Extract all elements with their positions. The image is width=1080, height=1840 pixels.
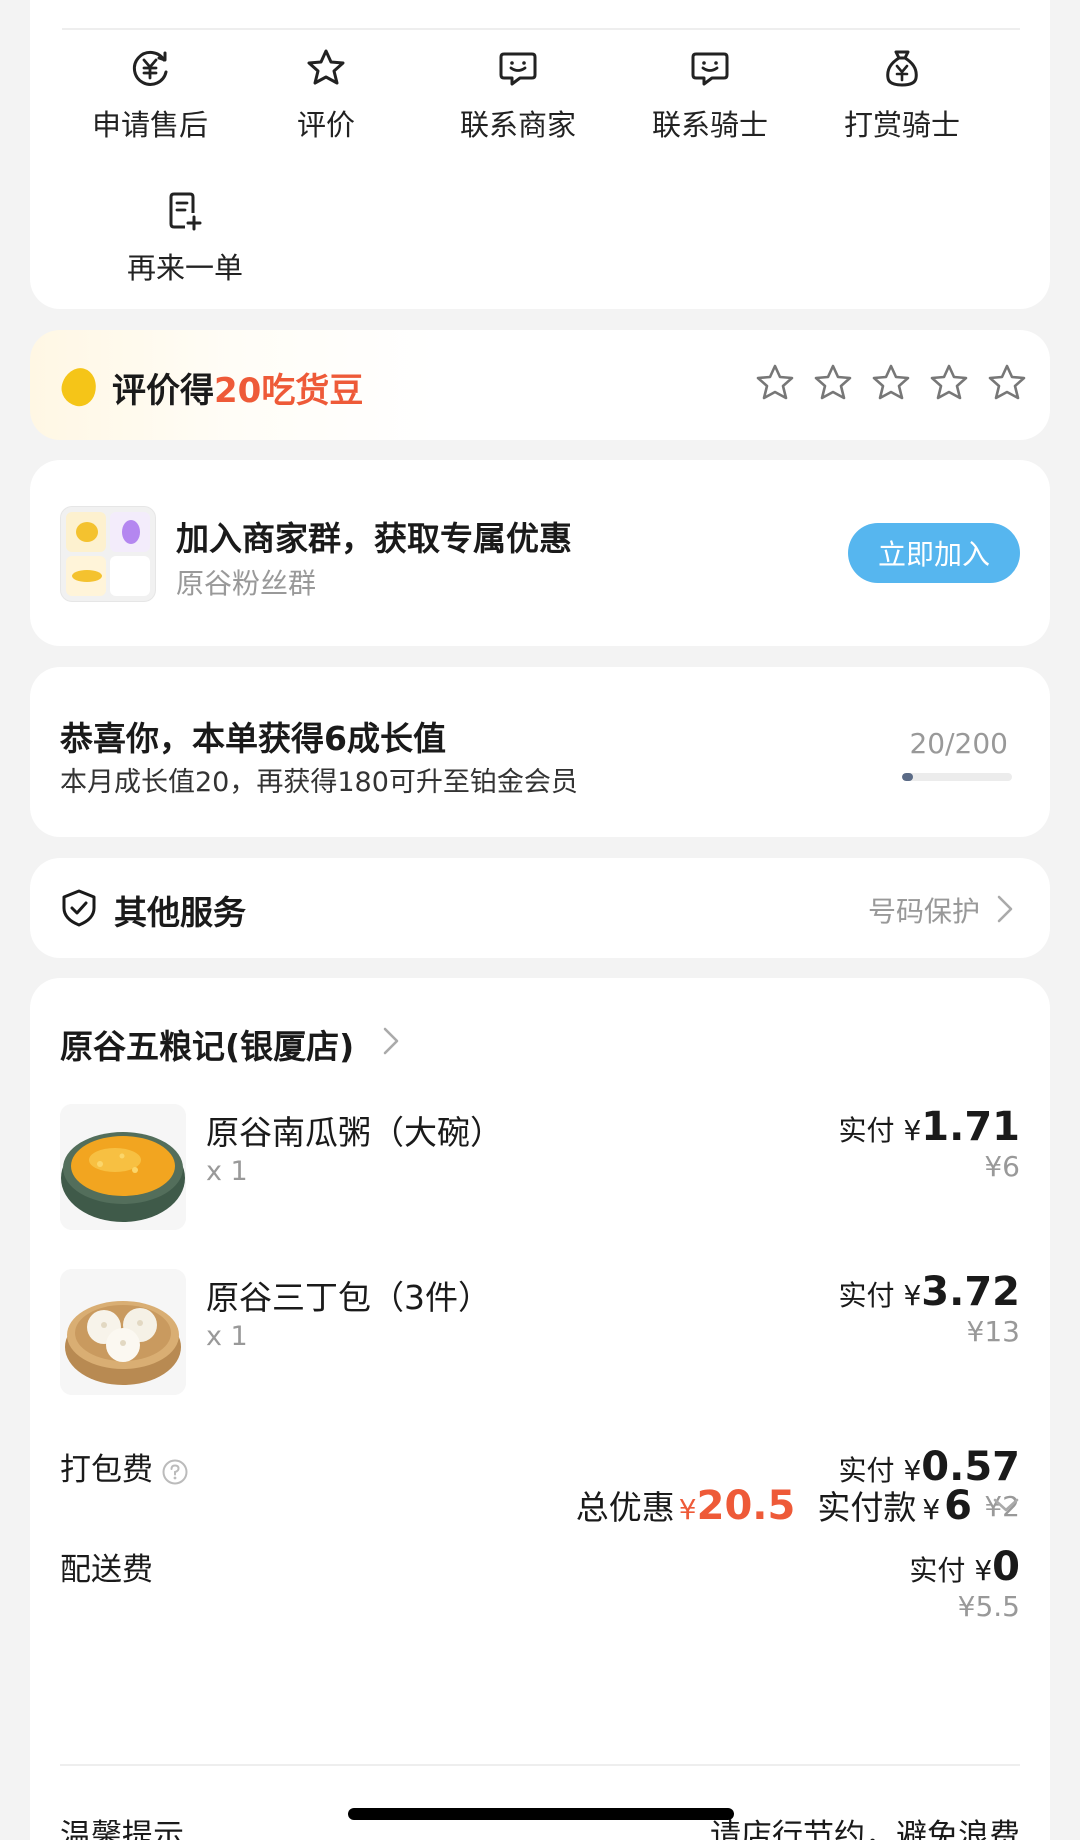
paid-label: 实付 <box>838 1114 895 1147</box>
growth-progress-fill <box>902 773 913 781</box>
review-reward-card[interactable]: 评价得20吃货豆 <box>30 330 1050 440</box>
group-avatar <box>60 506 156 602</box>
total-discount-amount: 20.5 <box>696 1483 796 1529</box>
apply-after-sales-button[interactable]: 申请售后 <box>60 46 240 144</box>
rating-star-3[interactable] <box>870 362 912 404</box>
tip-text: 请店行节约，避免浪费 <box>710 1818 1020 1840</box>
apply-after-sales-label: 申请售后 <box>91 108 208 142</box>
chevron-down-icon[interactable] <box>992 1496 1020 1514</box>
rating-stars <box>754 362 1028 404</box>
reorder-button[interactable]: 再来一单 <box>95 189 275 287</box>
store-name[interactable]: 原谷五粮记(银厦店) <box>60 1020 354 1068</box>
help-icon[interactable] <box>161 1458 189 1486</box>
item-price: 实付 ¥1.71 ¥6 <box>839 1104 1020 1183</box>
group-title: 加入商家群，获取专属优惠 <box>176 519 572 558</box>
other-services-title: 其他服务 <box>114 893 246 932</box>
reorder-label: 再来一单 <box>126 251 243 285</box>
divider <box>62 28 1020 30</box>
reorder-icon <box>169 192 202 231</box>
rating-star-5[interactable] <box>986 362 1028 404</box>
contact-merchant-label: 联系商家 <box>459 108 576 142</box>
growth-subtitle: 本月成长值20，再获得180可升至铂金会员 <box>60 767 578 798</box>
total-paid-label: 实付款 <box>817 1488 917 1527</box>
number-protection-label: 号码保护 <box>867 895 980 928</box>
review-reward-text: 评价得20吃货豆 <box>112 363 363 412</box>
rating-star-2[interactable] <box>812 362 854 404</box>
original-price: ¥6 <box>984 1150 1020 1183</box>
review-reward-prefix: 评价得 <box>112 371 214 411</box>
star-icon <box>307 49 345 85</box>
currency-symbol: ¥ <box>974 1554 993 1587</box>
list-item[interactable]: 原谷三丁包（3件） x 1 实付 ¥3.72 ¥13 <box>60 1269 1020 1395</box>
item-quantity: x 1 <box>206 1321 248 1352</box>
pumpkin-porridge-image <box>60 1104 186 1230</box>
contact-merchant-button[interactable]: 联系商家 <box>428 46 608 144</box>
chat-rider-icon <box>691 52 729 86</box>
growth-value-card[interactable]: 恭喜你，本单获得6成长值 本月成长值20，再获得180可升至铂金会员 20/20… <box>30 667 1050 837</box>
review-button[interactable]: 评价 <box>236 46 416 144</box>
merchant-group-card: 加入商家群，获取专属优惠 原谷粉丝群 立即加入 <box>30 460 1050 646</box>
money-bag-icon <box>886 50 918 87</box>
original-price: ¥5.5 <box>957 1590 1020 1623</box>
growth-title: 恭喜你，本单获得6成长值 <box>60 719 446 758</box>
contact-rider-button[interactable]: 联系骑士 <box>620 46 800 144</box>
paid-amount: 3.72 <box>921 1269 1020 1315</box>
original-price: ¥13 <box>966 1315 1020 1348</box>
growth-count: 20/200 <box>909 727 1008 760</box>
divider <box>60 1764 1020 1766</box>
item-name: 原谷三丁包（3件） <box>206 1278 491 1317</box>
paid-amount: 0 <box>992 1544 1020 1590</box>
order-actions-card: 申请售后 评价 联系商家 联系骑士 打赏骑士 再来一单 <box>30 0 1050 309</box>
other-services-row[interactable]: 其他服务 号码保护 <box>30 858 1050 958</box>
order-details-card: 原谷五粮记(银厦店) 原谷南瓜粥（大碗） x 1 实付 ¥1.71 ¥6 原谷三… <box>30 978 1050 1840</box>
chat-merchant-icon <box>499 52 537 86</box>
rating-star-1[interactable] <box>754 362 796 404</box>
tip-title: 温馨提示 <box>60 1818 184 1840</box>
paid-label: 实付 <box>838 1279 895 1312</box>
currency-symbol: ¥ <box>678 1493 697 1526</box>
list-item[interactable]: 原谷南瓜粥（大碗） x 1 实付 ¥1.71 ¥6 <box>60 1104 1020 1230</box>
item-price: 实付 ¥3.72 ¥13 <box>839 1269 1020 1348</box>
contact-rider-label: 联系骑士 <box>651 108 768 142</box>
join-group-button[interactable]: 立即加入 <box>848 523 1020 583</box>
group-name: 原谷粉丝群 <box>176 567 317 600</box>
currency-symbol: ¥ <box>922 1493 941 1526</box>
currency-symbol: ¥ <box>903 1114 922 1147</box>
paid-label: 实付 <box>909 1554 966 1587</box>
review-reward-highlight: 20吃货豆 <box>214 371 364 411</box>
delivery-fee-label: 配送费 <box>60 1552 153 1588</box>
home-indicator <box>348 1808 734 1820</box>
packing-fee-label: 打包费 <box>60 1452 153 1488</box>
tip-rider-button[interactable]: 打赏骑士 <box>812 46 992 144</box>
bean-icon <box>57 364 101 410</box>
order-summary[interactable]: 总优惠 ¥ 20.5 实付款 ¥ 6 <box>576 1481 1020 1529</box>
shield-check-icon <box>62 889 96 927</box>
chevron-right-icon[interactable] <box>382 1026 400 1056</box>
delivery-fee-price: 实付 ¥0 ¥5.5 <box>909 1544 1020 1623</box>
review-label: 评价 <box>296 108 355 142</box>
paid-amount: 1.71 <box>921 1104 1020 1150</box>
packing-fee-label-wrap: 打包费 <box>60 1444 189 1489</box>
refund-yen-icon <box>132 50 168 86</box>
delivery-fee-row: 配送费 实付 ¥0 ¥5.5 <box>60 1544 1020 1634</box>
growth-progress-bar <box>902 773 1012 781</box>
item-name: 原谷南瓜粥（大碗） <box>206 1113 503 1152</box>
item-quantity: x 1 <box>206 1156 248 1187</box>
tip-rider-label: 打赏骑士 <box>843 108 960 142</box>
total-paid-amount: 6 <box>944 1483 972 1529</box>
steamed-buns-image <box>60 1269 186 1395</box>
chevron-right-icon <box>997 895 1013 923</box>
rating-star-4[interactable] <box>928 362 970 404</box>
currency-symbol: ¥ <box>903 1279 922 1312</box>
total-discount-label: 总优惠 <box>575 1488 675 1527</box>
